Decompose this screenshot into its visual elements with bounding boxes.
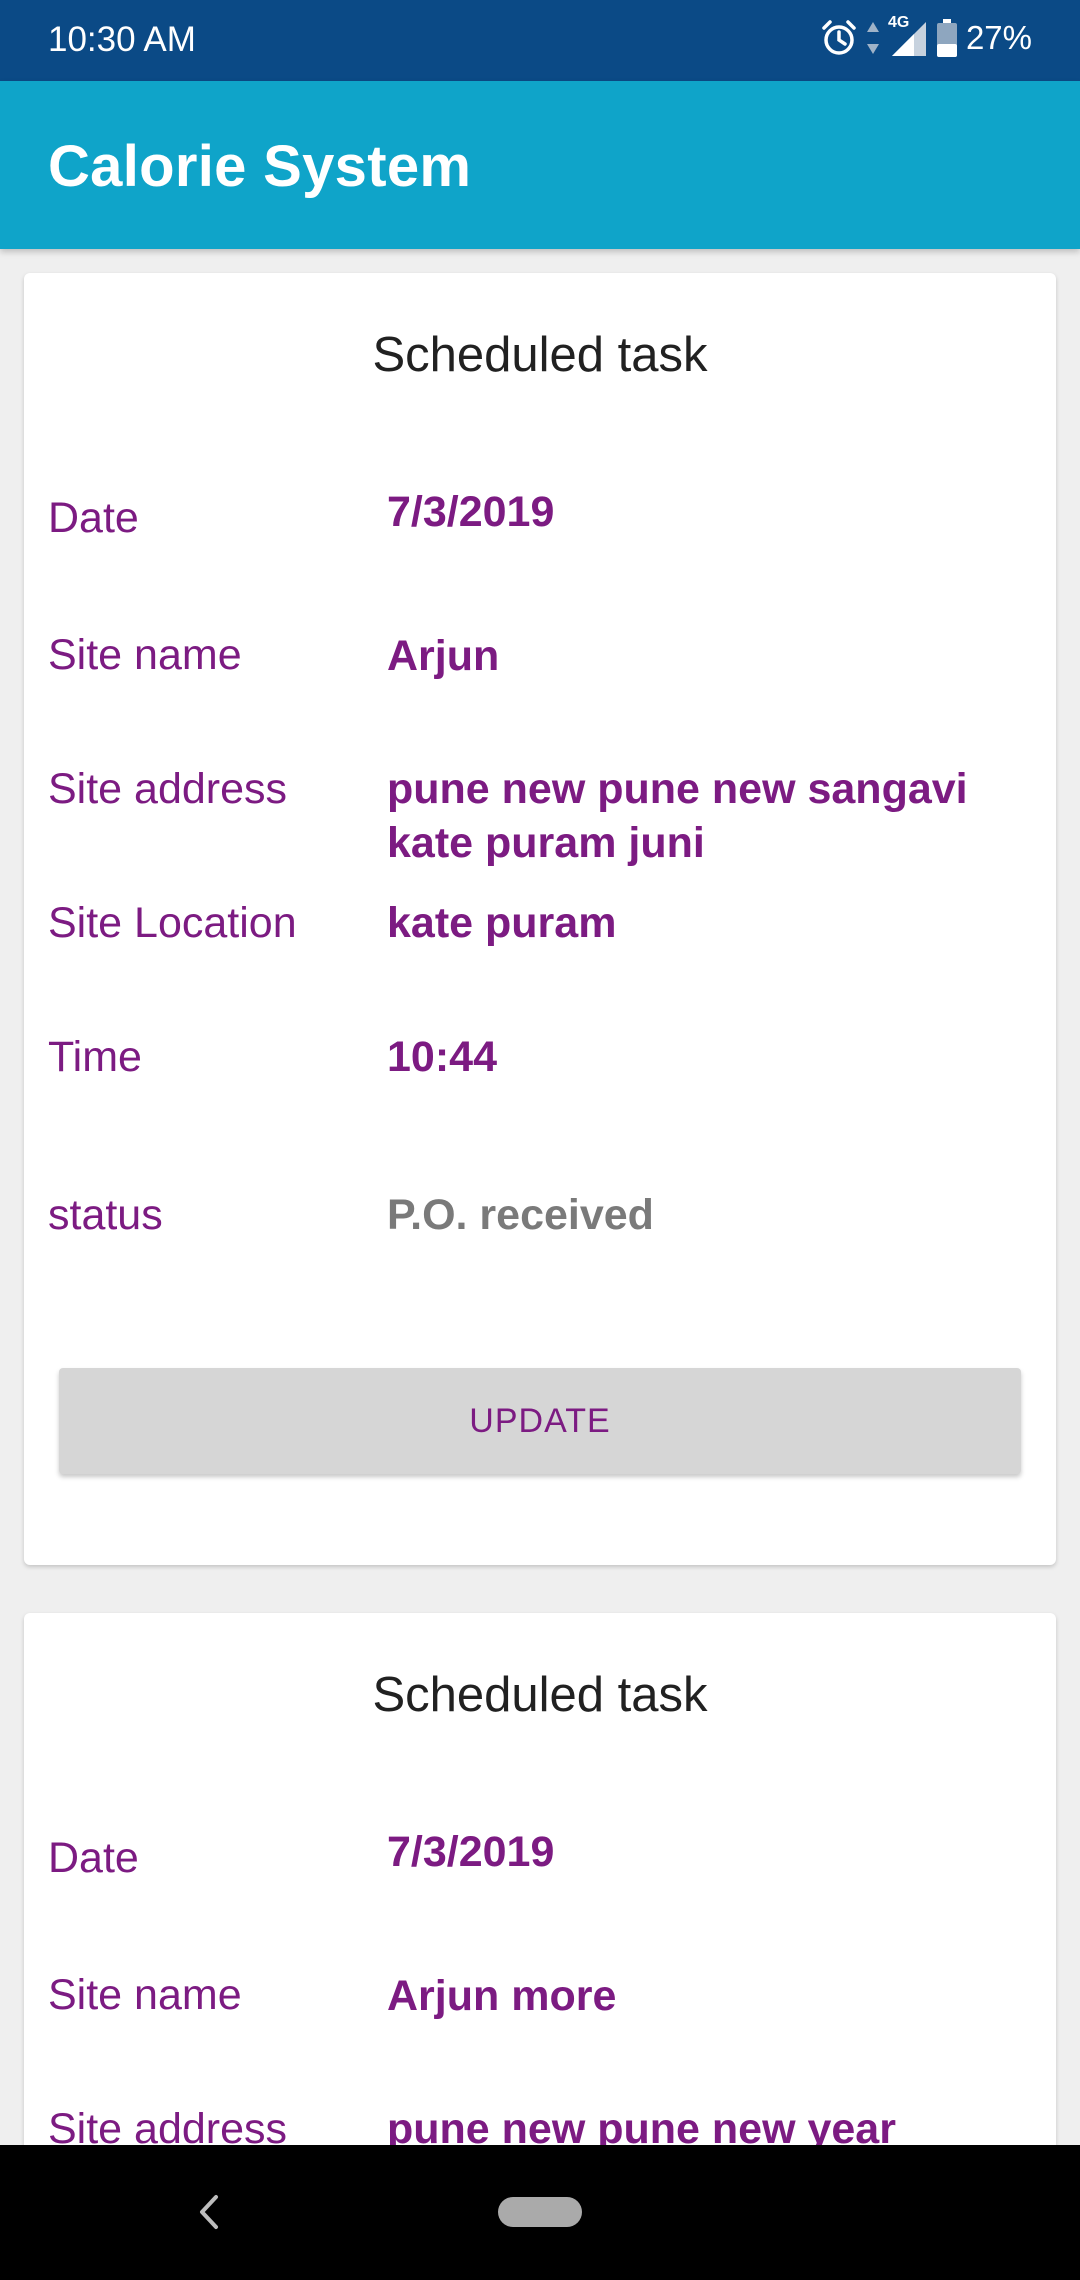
- site-address-label: Site address: [48, 765, 288, 813]
- app-title: Calorie System: [48, 134, 472, 199]
- task-card: Scheduled task Date 7/3/2019 Site name A…: [24, 1613, 1056, 2145]
- battery-percent: 27%: [965, 19, 1032, 56]
- network-type-label: 4G: [887, 14, 910, 31]
- status-bar: 10:30 AM 4G 27%: [0, 0, 1080, 81]
- site-location-label: Site Location: [48, 899, 297, 947]
- status-time: 10:30 AM: [48, 20, 196, 59]
- date-label: Date: [48, 494, 139, 542]
- status-value: P.O. received: [387, 1191, 654, 1239]
- alarm-icon: [820, 19, 858, 57]
- site-name-value: Arjun: [387, 632, 500, 680]
- back-icon[interactable]: [190, 2187, 230, 2237]
- task-card: Scheduled task Date 7/3/2019 Site name A…: [24, 273, 1056, 1565]
- status-label: status: [48, 1191, 163, 1239]
- data-arrows-icon: [866, 20, 880, 56]
- update-button[interactable]: UPDATE: [59, 1368, 1021, 1474]
- site-name-label: Site name: [48, 1971, 242, 2019]
- time-label: Time: [48, 1033, 142, 1081]
- time-value: 10:44: [387, 1033, 497, 1081]
- card-title: Scheduled task: [372, 328, 708, 382]
- status-icons: 4G 27%: [820, 14, 1032, 58]
- home-pill-icon[interactable]: [498, 2197, 582, 2227]
- app-bar: Calorie System: [0, 81, 1080, 249]
- date-label: Date: [48, 1834, 139, 1882]
- site-address-value: pune new pune new year: [387, 2105, 896, 2145]
- site-location-value: kate puram: [387, 899, 617, 947]
- navigation-bar: [0, 2145, 1080, 2280]
- task-list[interactable]: Scheduled task Date 7/3/2019 Site name A…: [0, 249, 1080, 2145]
- signal-icon: 4G: [888, 14, 928, 58]
- date-value: 7/3/2019: [387, 1828, 555, 1876]
- site-address-value: pune new pune new sangavi kate puram jun…: [387, 765, 968, 867]
- site-address-label: Site address: [48, 2105, 288, 2145]
- site-name-value: Arjun more: [387, 1972, 617, 2020]
- card-title: Scheduled task: [372, 1668, 708, 1722]
- site-name-label: Site name: [48, 631, 242, 679]
- date-value: 7/3/2019: [387, 488, 555, 536]
- battery-icon: [936, 18, 958, 58]
